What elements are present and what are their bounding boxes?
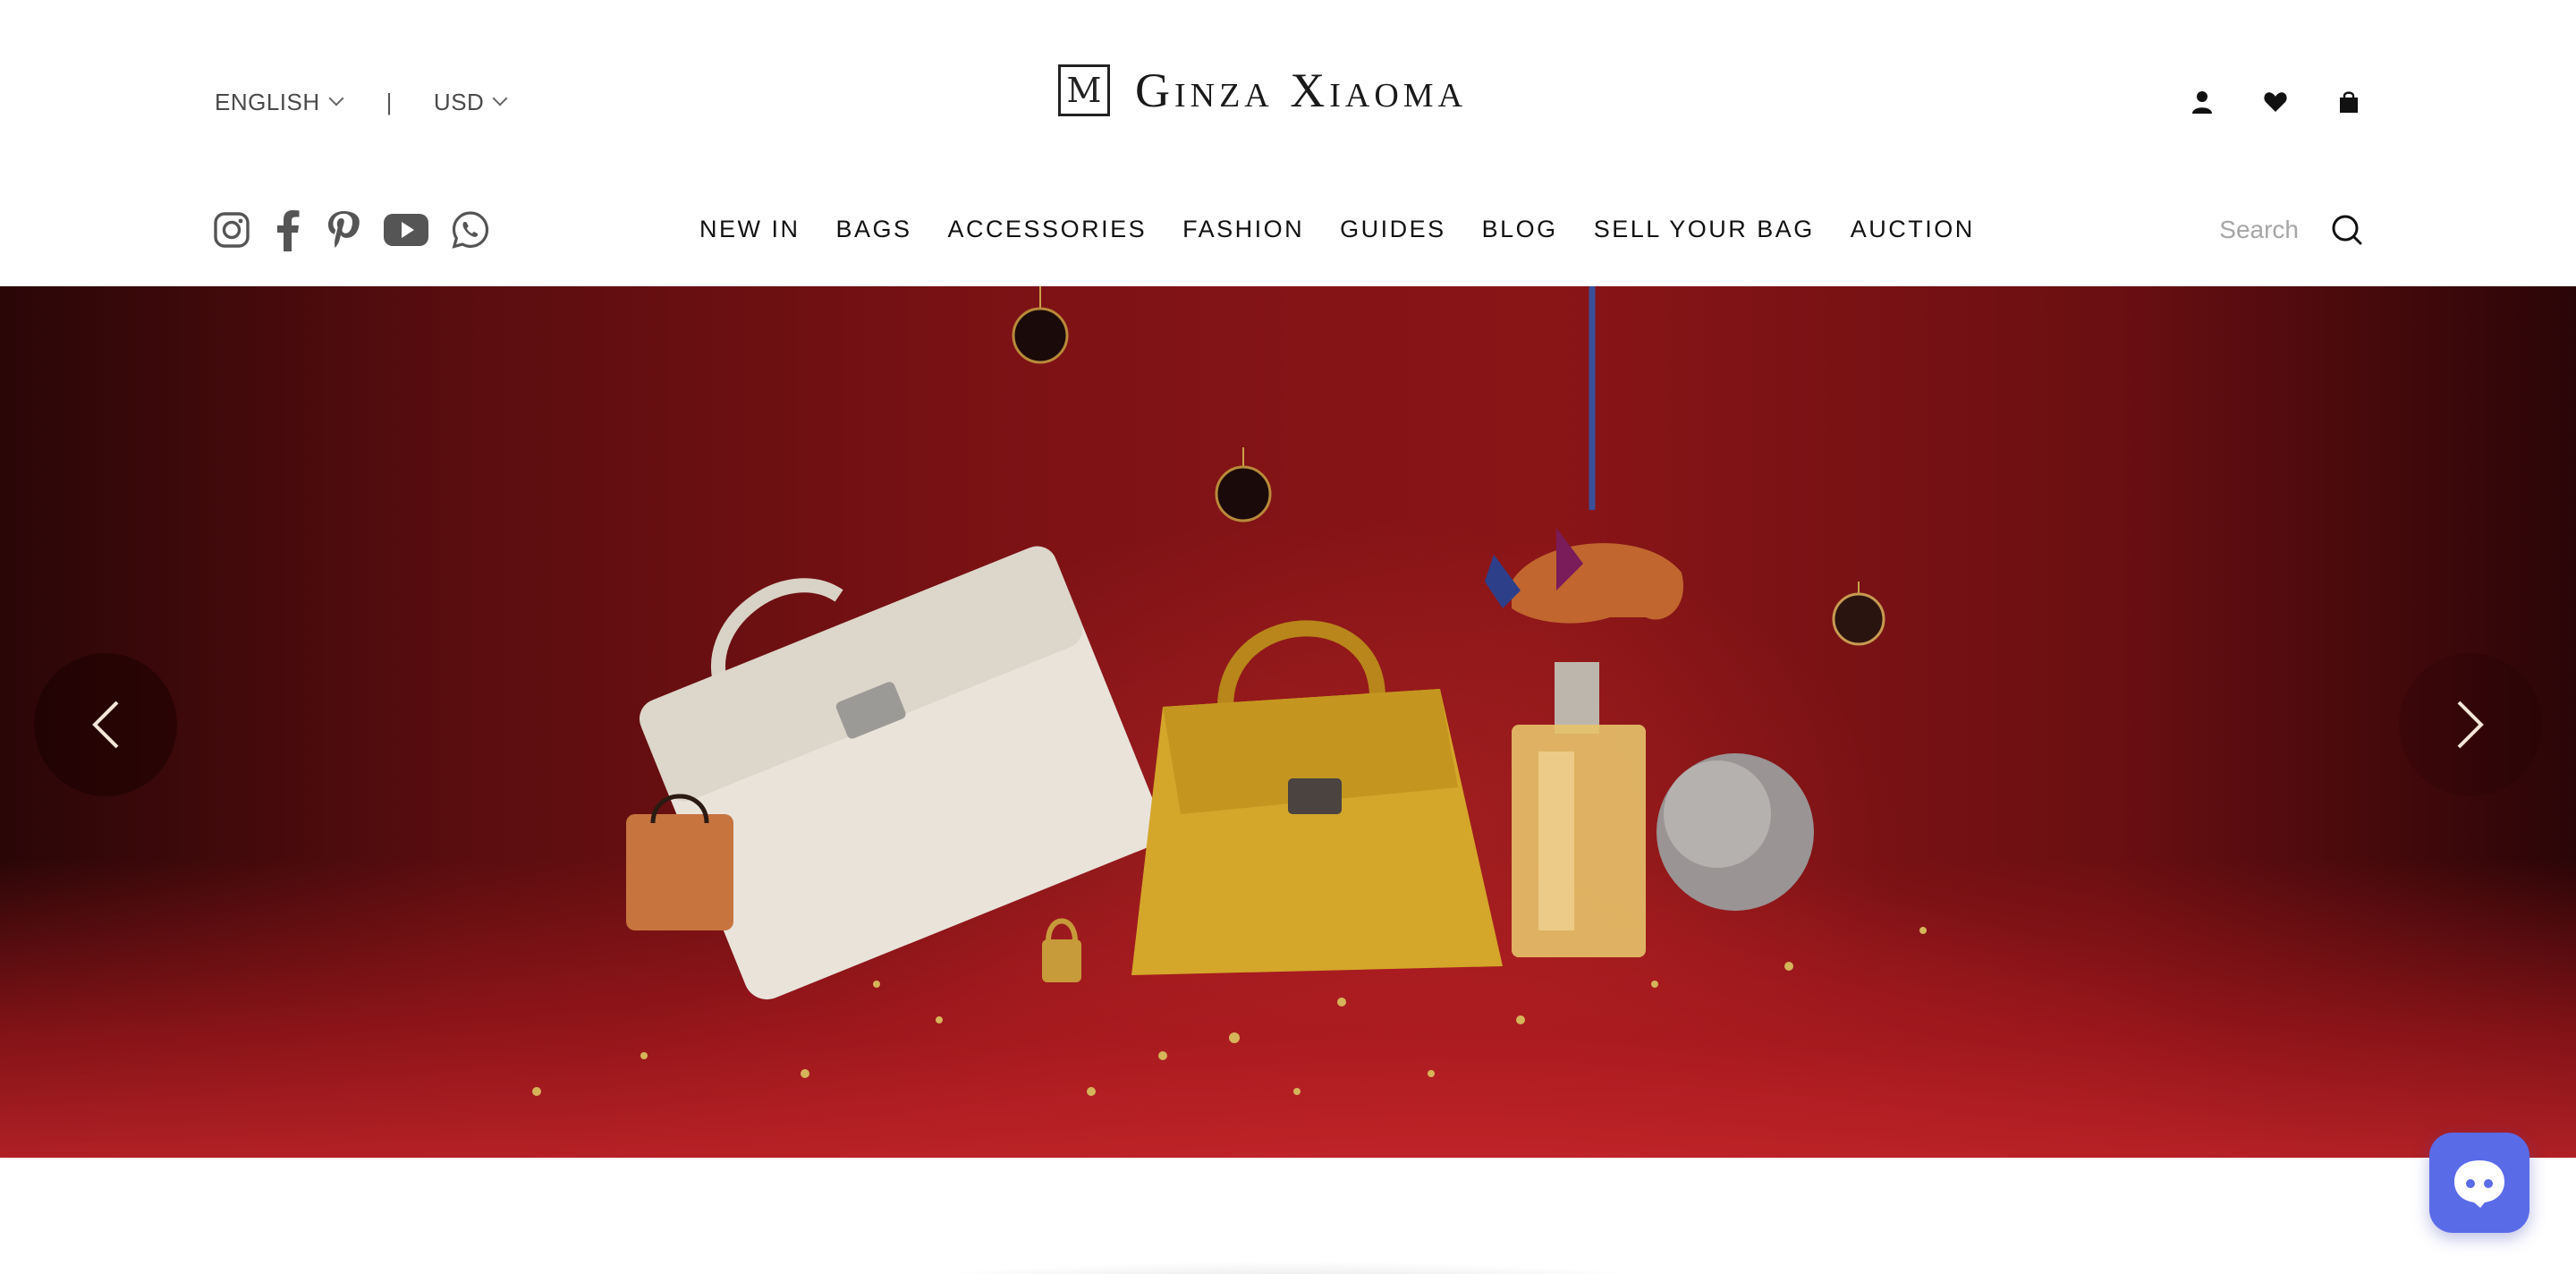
chevron-down-icon bbox=[328, 90, 344, 106]
currency-label: USD bbox=[433, 88, 485, 115]
brand-name: Ginza Xiaoma bbox=[1135, 64, 1468, 117]
whatsapp-icon[interactable] bbox=[451, 210, 490, 250]
page: ENGLISH | USD M Ginza Xiaoma NEW IN BAGS… bbox=[0, 0, 2576, 1274]
header: ENGLISH | USD M Ginza Xiaoma bbox=[0, 0, 2576, 179]
wishlist-heart-icon[interactable] bbox=[2263, 89, 2288, 115]
nav-item-fashion[interactable]: FASHION bbox=[1182, 216, 1304, 243]
chat-button[interactable] bbox=[2429, 1133, 2529, 1233]
nav-item-accessories[interactable]: ACCESSORIES bbox=[948, 216, 1148, 243]
currency-select[interactable]: USD bbox=[433, 88, 508, 116]
chat-icon bbox=[2454, 1160, 2504, 1208]
hero-banner[interactable] bbox=[0, 286, 2576, 1158]
nav-item-new-in[interactable]: NEW IN bbox=[699, 216, 801, 243]
next-arrow-icon[interactable] bbox=[2399, 653, 2542, 796]
pinterest-icon[interactable] bbox=[326, 209, 361, 251]
social-links bbox=[213, 208, 490, 252]
instagram-icon[interactable] bbox=[213, 211, 250, 249]
prev-arrow-icon[interactable] bbox=[34, 653, 177, 796]
facebook-icon[interactable] bbox=[272, 208, 304, 251]
user-actions bbox=[2190, 86, 2361, 118]
logo-mark-icon: M bbox=[1058, 64, 1110, 116]
search-bar bbox=[2175, 208, 2363, 252]
account-icon[interactable] bbox=[2190, 89, 2215, 115]
hero-illustration bbox=[532, 286, 1927, 1096]
shopping-bag-icon[interactable] bbox=[2336, 89, 2361, 115]
youtube-icon[interactable] bbox=[383, 213, 429, 247]
nav-item-auction[interactable]: AUCTION bbox=[1851, 216, 1975, 243]
brand-logo[interactable]: M Ginza Xiaoma bbox=[1058, 63, 1467, 118]
language-select[interactable]: ENGLISH bbox=[215, 88, 344, 116]
chevron-down-icon bbox=[492, 90, 508, 106]
content-shadow bbox=[698, 1251, 1878, 1274]
nav-item-bags[interactable]: BAGS bbox=[836, 216, 912, 243]
language-label: ENGLISH bbox=[215, 88, 320, 115]
nav-item-sell-your-bag[interactable]: SELL YOUR BAG bbox=[1594, 216, 1815, 243]
main-navigation: NEW IN BAGS ACCESSORIES FASHION GUIDES B… bbox=[699, 211, 1975, 247]
nav-item-guides[interactable]: GUIDES bbox=[1340, 216, 1446, 243]
divider: | bbox=[386, 88, 393, 115]
locale-selector: ENGLISH | USD bbox=[215, 86, 508, 118]
search-icon[interactable] bbox=[2331, 214, 2363, 246]
nav-item-blog[interactable]: BLOG bbox=[1482, 216, 1558, 243]
search-input[interactable] bbox=[2175, 215, 2301, 245]
